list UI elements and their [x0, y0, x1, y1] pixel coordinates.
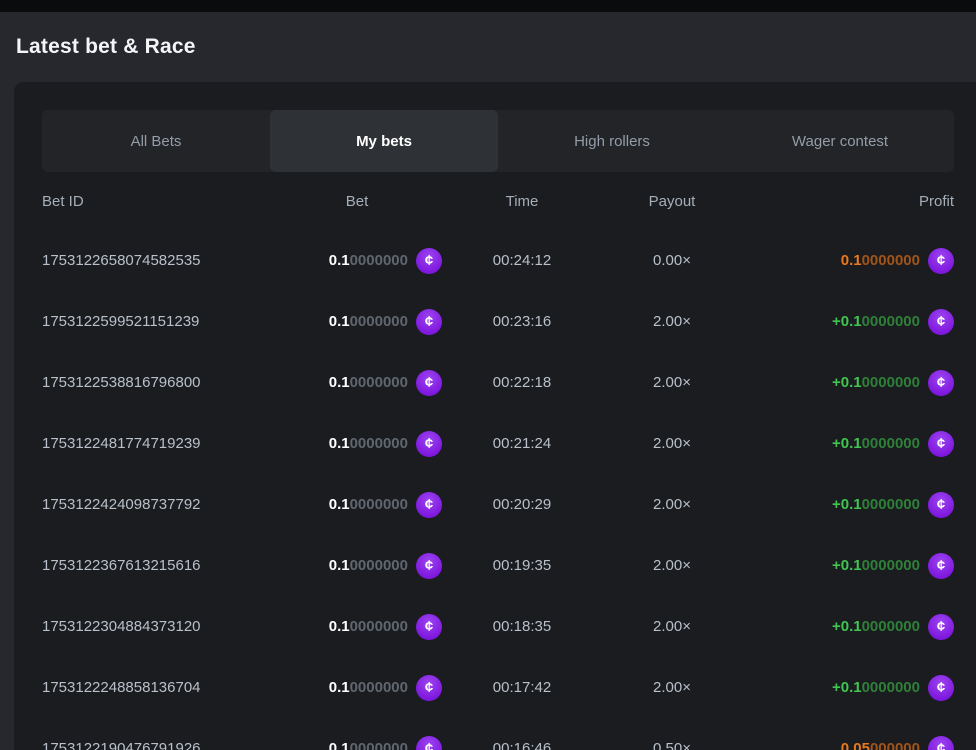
profit-amount: +0.10000000¢ [832, 553, 954, 579]
cent-coin-icon: ¢ [416, 370, 442, 396]
bet-time: 00:22:18 [442, 374, 602, 391]
tab-my-bets[interactable]: My bets [270, 110, 498, 172]
cent-coin-icon: ¢ [416, 431, 442, 457]
table-row[interactable]: 1753122481774719239 0.10000000¢00:21:242.… [42, 413, 954, 474]
cent-coin-icon: ¢ [928, 736, 954, 750]
cent-coin-icon: ¢ [416, 614, 442, 640]
bet-id: 1753122538816796800 [42, 374, 272, 391]
profit-amount: 0.05000000¢ [841, 736, 954, 750]
tab-bar: All BetsMy betsHigh rollersWager contest [42, 110, 954, 172]
table-row[interactable]: 1753122367613215616 0.10000000¢00:19:352.… [42, 535, 954, 596]
profit-amount: 0.10000000¢ [841, 248, 954, 274]
bet-amount: 0.10000000¢ [329, 431, 442, 457]
bet-time: 00:16:46 [442, 740, 602, 750]
cent-coin-icon: ¢ [416, 736, 442, 750]
bet-id: 1753122190476791926 [42, 740, 272, 750]
section-header: Latest bet & Race [0, 12, 976, 82]
cent-coin-icon: ¢ [928, 309, 954, 335]
cent-coin-icon: ¢ [416, 248, 442, 274]
profit-amount: +0.10000000¢ [832, 614, 954, 640]
payout-multiplier: 0.50× [602, 740, 742, 750]
page-title: Latest bet & Race [16, 35, 196, 59]
table-row[interactable]: 17531221904767919260.10000000¢00:16:460.… [42, 718, 954, 750]
bet-id: 1753122367613215616 [42, 557, 272, 574]
tab-high-rollers[interactable]: High rollers [498, 110, 726, 172]
cent-coin-icon: ¢ [928, 675, 954, 701]
bet-amount: 0.10000000¢ [329, 492, 442, 518]
bets-panel: All BetsMy betsHigh rollersWager contest… [14, 82, 976, 750]
bet-id: 1753122599521151239 [42, 313, 272, 330]
bet-id: 1753122481774719239 [42, 435, 272, 452]
table-row[interactable]: 1753122599521151239 0.10000000¢00:23:162.… [42, 291, 954, 352]
cent-coin-icon: ¢ [416, 492, 442, 518]
bet-id: 1753122304884373120 [42, 618, 272, 635]
cent-coin-icon: ¢ [416, 309, 442, 335]
bet-time: 00:18:35 [442, 618, 602, 635]
bet-time: 00:23:16 [442, 313, 602, 330]
payout-multiplier: 2.00× [602, 618, 742, 635]
col-header-payout: Payout [602, 193, 742, 210]
bet-time: 00:20:29 [442, 496, 602, 513]
bet-time: 00:21:24 [442, 435, 602, 452]
tab-all-bets[interactable]: All Bets [42, 110, 270, 172]
bet-amount: 0.10000000¢ [329, 736, 442, 750]
table-body: 17531226580745825350.10000000¢00:24:120.… [42, 230, 954, 750]
cent-coin-icon: ¢ [928, 431, 954, 457]
profit-amount: +0.10000000¢ [832, 370, 954, 396]
bet-amount: 0.10000000¢ [329, 614, 442, 640]
bet-id: 1753122424098737792 [42, 496, 272, 513]
tab-wager-contest[interactable]: Wager contest [726, 110, 954, 172]
table-row[interactable]: 1753122538816796800 0.10000000¢00:22:182.… [42, 352, 954, 413]
col-header-bet: Bet [272, 193, 442, 210]
table-row[interactable]: 1753122424098737792 0.10000000¢00:20:292.… [42, 474, 954, 535]
table-row[interactable]: 17531226580745825350.10000000¢00:24:120.… [42, 230, 954, 291]
bet-time: 00:17:42 [442, 679, 602, 696]
bet-time: 00:24:12 [442, 252, 602, 269]
profit-amount: +0.10000000¢ [832, 675, 954, 701]
col-header-time: Time [442, 193, 602, 210]
payout-multiplier: 2.00× [602, 557, 742, 574]
table-row[interactable]: 1753122304884373120 0.10000000¢00:18:352.… [42, 596, 954, 657]
profit-amount: +0.10000000¢ [832, 309, 954, 335]
bet-id: 1753122658074582535 [42, 252, 272, 269]
payout-multiplier: 2.00× [602, 374, 742, 391]
payout-multiplier: 0.00× [602, 252, 742, 269]
profit-amount: +0.10000000¢ [832, 492, 954, 518]
col-header-bet-id: Bet ID [42, 193, 272, 210]
bet-time: 00:19:35 [442, 557, 602, 574]
col-header-profit: Profit [742, 193, 954, 210]
cent-coin-icon: ¢ [928, 614, 954, 640]
bet-amount: 0.10000000¢ [329, 370, 442, 396]
bet-amount: 0.10000000¢ [329, 553, 442, 579]
top-strip [0, 0, 976, 12]
payout-multiplier: 2.00× [602, 496, 742, 513]
table-row[interactable]: 1753122248858136704 0.10000000¢00:17:422.… [42, 657, 954, 718]
bet-amount: 0.10000000¢ [329, 248, 442, 274]
bet-amount: 0.10000000¢ [329, 675, 442, 701]
payout-multiplier: 2.00× [602, 313, 742, 330]
cent-coin-icon: ¢ [416, 553, 442, 579]
payout-multiplier: 2.00× [602, 679, 742, 696]
cent-coin-icon: ¢ [928, 553, 954, 579]
cent-coin-icon: ¢ [928, 248, 954, 274]
table-header-row: Bet ID Bet Time Payout Profit [42, 172, 954, 230]
cent-coin-icon: ¢ [416, 675, 442, 701]
bet-id: 1753122248858136704 [42, 679, 272, 696]
profit-amount: +0.10000000¢ [832, 431, 954, 457]
bet-amount: 0.10000000¢ [329, 309, 442, 335]
payout-multiplier: 2.00× [602, 435, 742, 452]
cent-coin-icon: ¢ [928, 370, 954, 396]
cent-coin-icon: ¢ [928, 492, 954, 518]
